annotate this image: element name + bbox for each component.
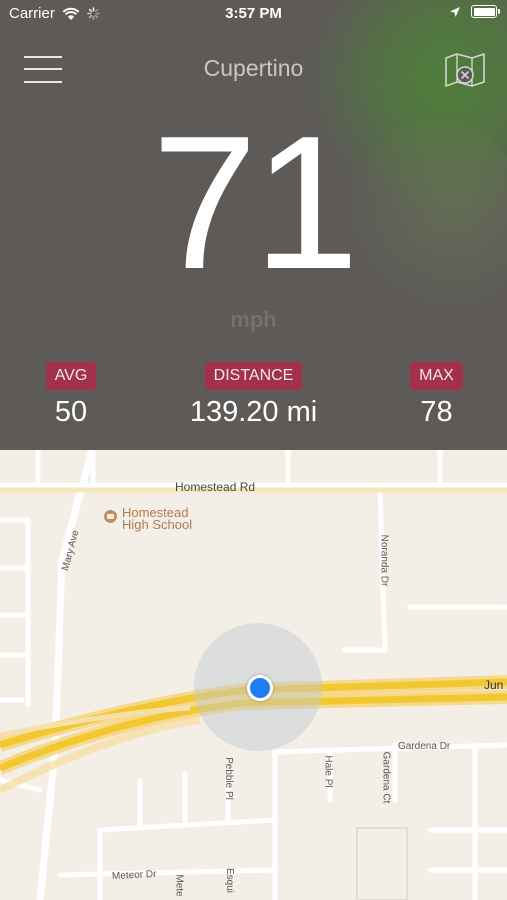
battery-icon [471,5,500,18]
road-label-jun: Jun [484,678,504,692]
max-stat: MAX 78 [409,362,464,429]
speed-panel: Carrier 3:57 PM Cupertino 71 mph AVG 50 … [0,0,507,450]
road-label-homestead: Homestead Rd [175,480,256,494]
school-icon [104,510,117,523]
hide-map-button[interactable] [444,52,486,88]
road-label-hale: Hale Pl [322,755,334,788]
avg-badge: AVG [45,362,97,390]
avg-stat: AVG 50 [44,362,98,429]
status-bar: Carrier 3:57 PM [0,0,507,28]
current-location-dot [247,675,273,701]
avg-value: 50 [54,396,88,428]
distance-badge: DISTANCE [204,362,303,390]
distance-value: 139.20 mi [189,396,318,428]
road-label-gardena-dr: Gardena Dr [398,741,451,752]
road-label-pebble: Pebble Pl [222,757,234,800]
road-label-esqui: Esqui [224,867,236,894]
location-arrow-icon [450,6,460,17]
road-label-gardena-ct: Gardena Ct [380,751,392,804]
speed-value: 71 [151,97,359,309]
status-time: 3:57 PM [225,5,282,22]
max-badge: MAX [410,362,463,390]
poi-homestead-high-school[interactable]: Homestead High School [104,506,193,532]
distance-stat: DISTANCE 139.20 mi [150,362,357,429]
speed-unit: mph [230,307,277,332]
road-label-meteor: Meteor Dr [111,868,157,883]
road-label-mete: Mete [173,874,185,897]
location-title: Cupertino [203,55,304,81]
max-value: 78 [420,396,453,428]
poi-label-line2: High School [122,517,193,532]
road-label-noranda: Noranda Dr [378,534,390,587]
